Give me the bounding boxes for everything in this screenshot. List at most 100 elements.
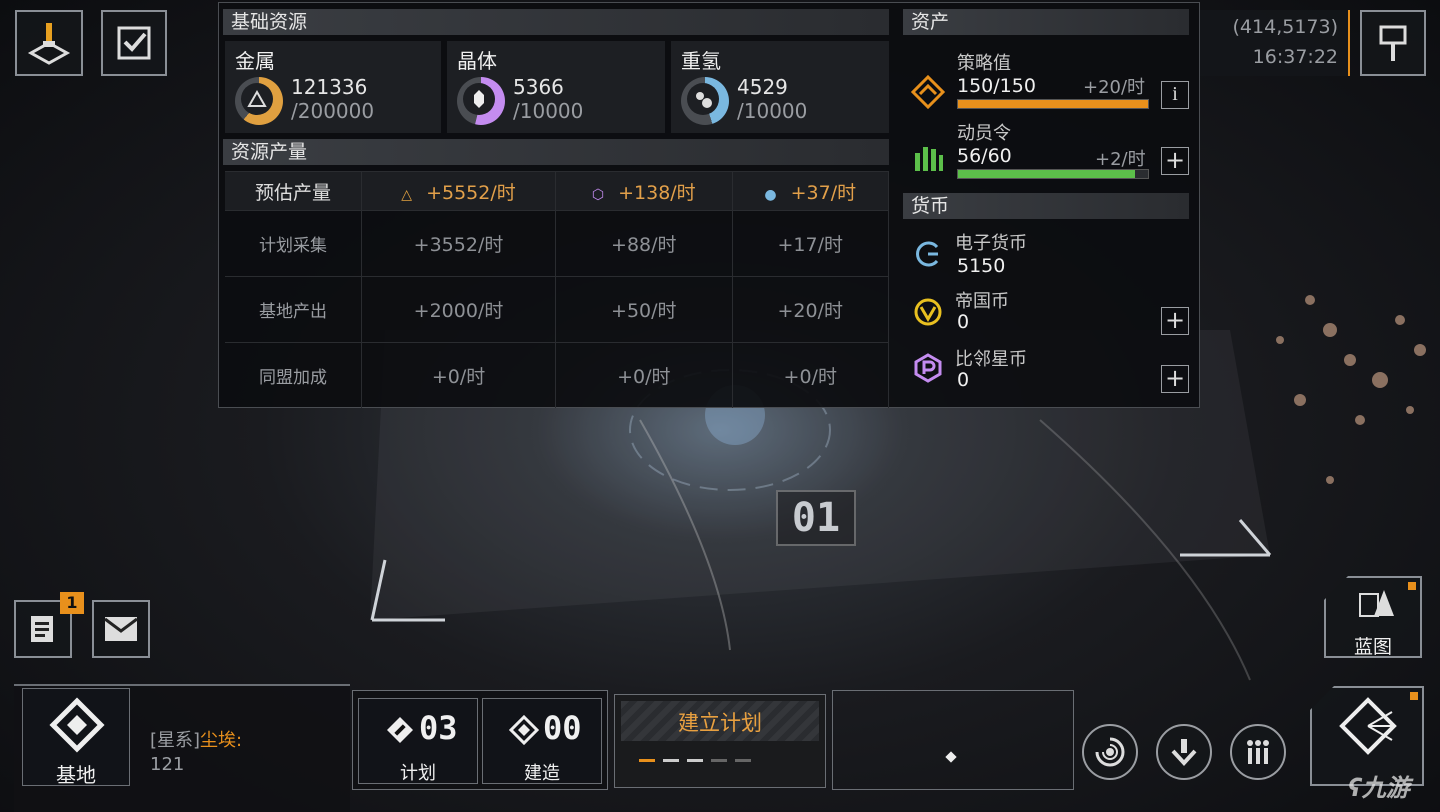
build-icon <box>509 715 539 745</box>
e-currency-name: 电子货币 <box>955 233 1027 254</box>
proxima-coin-icon <box>914 353 942 383</box>
system-info[interactable]: [星系]尘埃: 121 <box>150 726 242 775</box>
e-currency-icon <box>916 241 939 267</box>
table-row: 同盟加成 +0/时 +0/时 +0/时 <box>225 342 890 408</box>
production-table: 预估产量 △ +5552/时 ⬡ +138/时 ● +37/时 计划采集 +3552/… <box>225 171 890 408</box>
strategy-name: 策略值 <box>957 53 1011 74</box>
plan-count: 03 <box>419 709 458 747</box>
row-label: 基地产出 <box>225 276 362 343</box>
assets-header: 资产 <box>903 9 1189 35</box>
system-name: 尘埃: <box>200 730 243 751</box>
table-row: 计划采集 +3552/时 +88/时 +17/时 <box>225 210 890 277</box>
galaxy-button[interactable] <box>1082 724 1138 780</box>
crystal-small-icon: ⬡ <box>591 186 605 203</box>
galaxy-icon <box>1095 737 1125 767</box>
build-button[interactable]: 00 建造 <box>482 698 602 784</box>
crystal-card[interactable]: 晶体 5366 /10000 <box>447 41 665 133</box>
production-header: 资源产量 <box>223 139 889 165</box>
zone-marker[interactable]: 01 <box>776 490 856 546</box>
deuterium-estimated: +37/时 <box>790 181 857 204</box>
alliance-icon <box>1247 740 1269 764</box>
blueprint-button[interactable]: 蓝图 <box>1324 576 1422 658</box>
proxima-coin-name: 比邻星币 <box>955 349 1027 370</box>
clock-text: 16:37:22 <box>1252 46 1338 68</box>
plan-button[interactable]: 03 计划 <box>358 698 478 784</box>
mobilize-add-button[interactable]: + <box>1161 147 1189 175</box>
mobilize-bar <box>957 169 1149 179</box>
e-currency-value: 5150 <box>957 255 1006 277</box>
proxima-coin-value: 0 <box>957 369 970 391</box>
strategy-value: 150/150 <box>957 75 1036 97</box>
download-icon <box>1171 739 1197 766</box>
deuterium-current: 4529 <box>737 75 788 99</box>
establish-plan-button[interactable]: 建立计划 <box>614 694 826 788</box>
metal-small-icon: △ <box>401 186 413 203</box>
strategy-icon <box>911 75 945 109</box>
metal-cap: /200000 <box>291 99 375 123</box>
empire-coin-name: 帝国币 <box>955 291 1009 312</box>
row-label: 计划采集 <box>225 210 362 277</box>
alliance-button[interactable] <box>1230 724 1286 780</box>
tech-indicator <box>1410 692 1418 700</box>
build-label: 建造 <box>524 763 560 784</box>
empire-coin-add-button[interactable]: + <box>1161 307 1189 335</box>
strategy-bar-fill <box>958 100 1148 108</box>
metal-current: 121336 <box>291 75 368 99</box>
mail-icon <box>104 617 138 641</box>
plan-icon <box>387 717 413 743</box>
badge-count: 1 <box>66 593 78 612</box>
deuterium-card[interactable]: 重氢 4529 /10000 <box>671 41 889 133</box>
beacon-icon <box>27 23 71 65</box>
collect-button[interactable] <box>1156 724 1212 780</box>
mobilize-value: 56/60 <box>957 145 1012 167</box>
establish-label: 建立计划 <box>678 711 762 735</box>
deuterium-ring-icon <box>681 77 729 125</box>
build-count: 00 <box>543 709 582 747</box>
deuterium-value: +20/时 <box>732 276 890 343</box>
plus-icon: + <box>1164 364 1186 392</box>
metal-estimated: +5552/时 <box>426 181 516 204</box>
system-value: 121 <box>150 754 185 775</box>
tech-icon <box>1339 697 1397 755</box>
deuterium-cap: /10000 <box>737 99 808 123</box>
metal-card[interactable]: 金属 121336 /200000 <box>225 41 441 133</box>
crystal-value: +0/时 <box>555 342 733 408</box>
metal-estimated-cell: △ +5552/时 <box>361 171 557 211</box>
base-button[interactable]: 基地 <box>22 688 130 787</box>
flag-icon <box>1379 25 1407 61</box>
watermark-logo-icon: ʕ <box>1348 774 1362 802</box>
map-marker-button[interactable] <box>1360 10 1426 76</box>
plus-icon: + <box>1164 146 1186 174</box>
coords-box[interactable]: (414,5173) 16:37:22 <box>1200 10 1350 76</box>
notes-icon <box>31 616 53 642</box>
resource-panel: 基础资源 金属 121336 /200000 晶体 5366 /10000 重氢… <box>218 2 1200 408</box>
tasks-button[interactable] <box>101 10 167 76</box>
mobilize-name: 动员令 <box>957 123 1011 144</box>
beacon-button[interactable] <box>15 10 83 76</box>
blueprint-label: 蓝图 <box>1353 636 1392 658</box>
mail-button[interactable] <box>92 600 150 658</box>
crystal-cap: /10000 <box>513 99 584 123</box>
minimap[interactable] <box>832 690 1074 790</box>
metal-value: +3552/时 <box>361 210 557 277</box>
crystal-value: +88/时 <box>555 210 733 277</box>
deuterium-estimated-cell: ● +37/时 <box>732 171 890 211</box>
proxima-coin-add-button[interactable]: + <box>1161 365 1189 393</box>
deuterium-name: 重氢 <box>681 49 721 73</box>
system-prefix: [星系] <box>150 730 201 751</box>
watermark: ʕ九游 <box>1348 768 1410 803</box>
currency-header: 货币 <box>903 193 1189 219</box>
mobilize-icon <box>915 147 943 171</box>
metal-value: +0/时 <box>361 342 557 408</box>
notes-badge: 1 <box>60 592 84 614</box>
row-label: 同盟加成 <box>225 342 362 408</box>
minimap-marker-icon <box>945 751 957 763</box>
assets-title: 资产 <box>911 11 950 33</box>
strategy-info-button[interactable]: i <box>1161 81 1189 109</box>
basic-resources-title: 基础资源 <box>231 11 308 33</box>
crystal-ring-icon <box>457 77 505 125</box>
info-icon: i <box>1172 83 1178 105</box>
estimated-label: 预估产量 <box>225 171 362 211</box>
strategy-bar <box>957 99 1149 109</box>
strategy-rate: +20/时 <box>1083 77 1146 98</box>
